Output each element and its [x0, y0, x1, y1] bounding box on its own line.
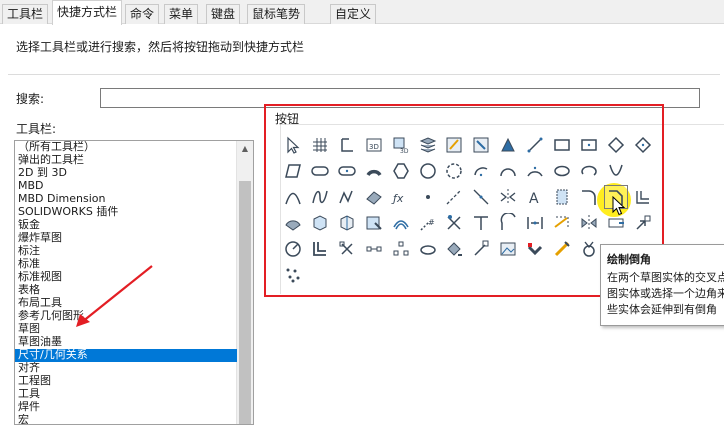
list-item[interactable]: 尺寸/几何关系	[15, 349, 237, 362]
list-item[interactable]: 工具	[15, 388, 237, 401]
tab-commands[interactable]: 命令	[125, 4, 160, 24]
list-scrollbar[interactable]: ▲	[236, 141, 253, 424]
tooltip-line: 图实体或选择一个边角来	[607, 287, 724, 300]
search-label: 搜索:	[16, 92, 45, 106]
tab-menus[interactable]: 菜单	[164, 4, 199, 24]
list-item[interactable]: 爆炸草图	[15, 232, 237, 245]
toolbars-label: 工具栏:	[16, 122, 57, 136]
list-item[interactable]: MBD	[15, 180, 237, 193]
list-item[interactable]: 工程图	[15, 375, 237, 388]
list-item[interactable]: SOLIDWORKS 插件	[15, 206, 237, 219]
instruction-text: 选择工具栏或进行搜索，然后将按钮拖动到快捷方式栏	[16, 40, 305, 54]
tooltip-line: 在两个草图实体的交叉点	[607, 271, 724, 284]
list-item[interactable]: 草图油墨	[15, 336, 237, 349]
list-item[interactable]: MBD Dimension	[15, 193, 237, 206]
list-item[interactable]: 2D 到 3D	[15, 167, 237, 180]
tab-toolbars[interactable]: 工具栏	[2, 4, 49, 24]
scroll-thumb[interactable]	[239, 181, 251, 424]
list-item[interactable]: 弹出的工具栏	[15, 154, 237, 167]
list-item[interactable]: 对齐	[15, 362, 237, 375]
red-arrow-icon	[76, 265, 153, 327]
tooltip: 绘制倒角 在两个草图实体的交叉点 图实体或选择一个边角来 些实体会延伸到有倒角	[600, 244, 724, 326]
list-item[interactable]: 焊件	[15, 401, 237, 414]
scroll-up-arrow-icon[interactable]: ▲	[237, 141, 253, 157]
tab-customize[interactable]: 自定义	[330, 4, 377, 24]
mouse-cursor-icon	[612, 196, 626, 216]
tooltip-title: 绘制倒角	[607, 253, 651, 266]
tab-keyboard[interactable]: 键盘	[206, 4, 241, 24]
divider	[8, 74, 720, 75]
list-item[interactable]: 宏	[15, 414, 237, 424]
tab-shortcut-bars[interactable]: 快捷方式栏	[52, 0, 123, 25]
list-item[interactable]: 标注	[15, 245, 237, 258]
list-item[interactable]: 钣金	[15, 219, 237, 232]
list-item[interactable]: （所有工具栏）	[15, 141, 237, 154]
tab-mouse-gestures[interactable]: 鼠标笔势	[247, 4, 306, 24]
tooltip-line: 些实体会延伸到有倒角	[607, 303, 717, 316]
tab-bar: 工具栏 快捷方式栏 命令 菜单 键盘 鼠标笔势 自定义	[0, 0, 724, 25]
